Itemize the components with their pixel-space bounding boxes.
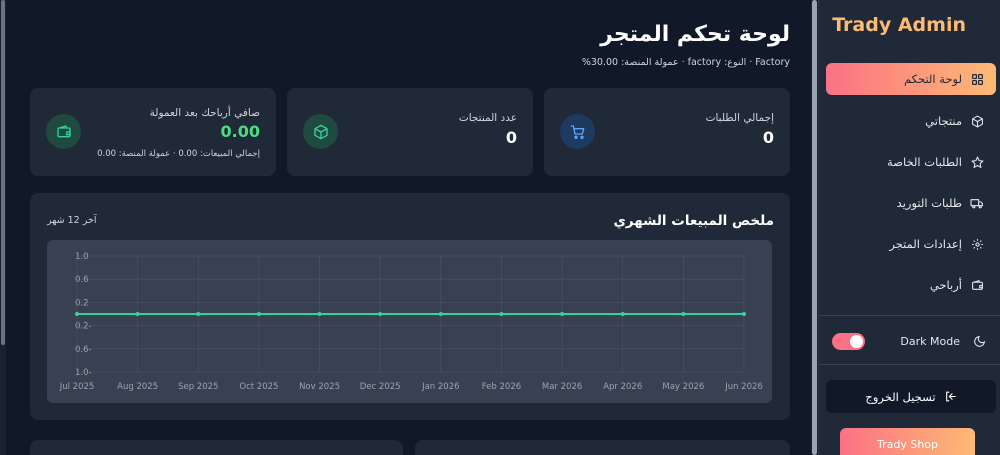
stat-extra: إجمالي المبيعات: 0.00 · عمولة المنصة: 0.… — [97, 149, 260, 159]
data-point — [317, 312, 322, 316]
sidebar-item-my-profits[interactable]: أرباحي — [826, 269, 996, 301]
x-tick-label: Jun 2026 — [724, 382, 763, 392]
x-tick-label: Apr 2026 — [603, 382, 642, 392]
x-tick-label: May 2026 — [662, 382, 704, 392]
page-subtitle: %30.00 :عمولة المنصة · factory :النوع · … — [582, 57, 790, 68]
chart-plot-area: 1.0 0.6 0.2 -0.2 -0.6 -1.0 Jul 2025 Aug 2025 Sep… — [47, 240, 772, 403]
stat-card-net-profit: صافي أرباحك بعد العمولة 0.00 إجمالي المب… — [30, 88, 276, 176]
x-tick-label: Aug 2025 — [117, 382, 158, 392]
x-tick-label: Nov 2025 — [299, 382, 340, 392]
dark-mode-label: Dark Mode — [900, 335, 960, 348]
data-point — [742, 312, 746, 316]
sidebar-item-label: أرباحي — [929, 278, 962, 292]
y-tick-label: -1.0 — [75, 368, 92, 378]
stat-title: عدد المنتجات — [458, 112, 517, 124]
x-tick-label: Feb 2026 — [482, 382, 521, 392]
sidebar-item-dashboard[interactable]: لوحة التحكم — [826, 63, 996, 95]
logout-label: تسجيل الخروج — [865, 389, 936, 404]
dark-mode-toggle[interactable] — [832, 333, 865, 350]
x-tick-label: Oct 2025 — [239, 382, 278, 392]
moon-icon — [974, 335, 986, 347]
sidebar-item-label: إعدادات المتجر — [889, 237, 962, 251]
x-tick-label: Sep 2025 — [178, 382, 218, 392]
sidebar-divider — [819, 315, 1000, 316]
y-tick-label: -0.2 — [75, 322, 92, 332]
store-type: Factory — [755, 57, 790, 68]
cart-icon — [560, 114, 595, 149]
data-point — [438, 312, 443, 316]
data-point — [560, 312, 565, 316]
sidebar-item-label: لوحة التحكم — [904, 72, 962, 86]
sidebar-item-label: الطلبات الخاصة — [887, 155, 962, 169]
separator: · — [681, 57, 685, 68]
sidebar-item-store-settings[interactable]: إعدادات المتجر — [826, 228, 996, 260]
data-point — [135, 312, 140, 316]
stat-value: 0 — [762, 128, 774, 147]
x-tick-label: Jul 2025 — [59, 382, 95, 392]
logout-icon — [945, 391, 956, 402]
data-point — [681, 312, 686, 316]
page-title: لوحة تحكم المتجر — [600, 22, 790, 47]
sidebar-item-supply-orders[interactable]: طلبات التوريد — [826, 187, 996, 219]
wallet-icon — [970, 278, 984, 292]
dashboard-icon — [970, 72, 984, 86]
main-content: لوحة تحكم المتجر %30.00 :عمولة المنصة · … — [6, 0, 811, 455]
type-label: :النوع — [724, 57, 747, 68]
x-tick-label: Mar 2026 — [542, 382, 582, 392]
gear-icon — [970, 237, 984, 251]
logout-button[interactable]: تسجيل الخروج — [826, 380, 996, 413]
data-point — [196, 312, 201, 316]
commission-value: %30.00 — [581, 57, 619, 68]
trady-shop-button[interactable]: Trady Shop — [840, 428, 975, 455]
sidebar-item-label: منتجاتي — [925, 114, 962, 128]
sidebar-item-label: طلبات التوريد — [896, 196, 962, 210]
data-point — [75, 312, 79, 316]
commission-label: :عمولة المنصة — [621, 57, 679, 68]
data-point — [378, 312, 383, 316]
x-tick-label: Dec 2025 — [360, 382, 401, 392]
y-tick-label: -0.6 — [75, 345, 92, 355]
bottom-card-right — [415, 440, 790, 455]
sidebar-item-my-products[interactable]: منتجاتي — [826, 105, 996, 137]
vertical-scrollbar[interactable] — [811, 0, 818, 455]
stat-value: 0 — [505, 128, 517, 147]
stat-title: صافي أرباحك بعد العمولة — [149, 107, 260, 119]
type-value: factory — [687, 57, 722, 68]
left-scroll-thumb[interactable] — [1, 0, 5, 345]
data-point — [256, 312, 261, 316]
scrollbar-thumb[interactable] — [812, 0, 817, 455]
chart-title: ملخص المبيعات الشهري — [613, 213, 774, 229]
stat-title: إجمالي الطلبات — [705, 112, 774, 124]
data-point — [499, 312, 504, 316]
sidebar-divider — [819, 364, 1000, 365]
chart-range-label: آخر 12 شهر — [47, 215, 97, 226]
box-icon — [303, 114, 338, 149]
truck-icon — [970, 196, 984, 210]
stat-card-products: عدد المنتجات 0 — [287, 88, 533, 176]
toggle-knob — [850, 335, 863, 348]
data-point — [620, 312, 625, 316]
sidebar-item-special-orders[interactable]: الطلبات الخاصة — [826, 146, 996, 178]
stat-value: 0.00 — [220, 122, 260, 141]
sidebar: Trady Admin لوحة التحكم منتجاتي الطلبات … — [818, 0, 1000, 455]
stat-card-orders: إجمالي الطلبات 0 — [544, 88, 790, 176]
bottom-card-left — [30, 440, 403, 455]
separator: · — [749, 57, 753, 68]
star-icon — [970, 155, 984, 169]
monthly-sales-chart-card: ملخص المبيعات الشهري آخر 12 شهر 1.0 0.6 0.… — [30, 193, 790, 420]
x-tick-label: Jan 2026 — [421, 382, 459, 392]
wallet-icon — [46, 114, 81, 149]
chart-svg: 1.00.60.2-0.2-0.6-1.0Jul 2025 Aug 2025 Sep… — [59, 252, 763, 392]
brand-logo-text: Trady Admin — [832, 14, 966, 36]
box-icon — [970, 114, 984, 128]
